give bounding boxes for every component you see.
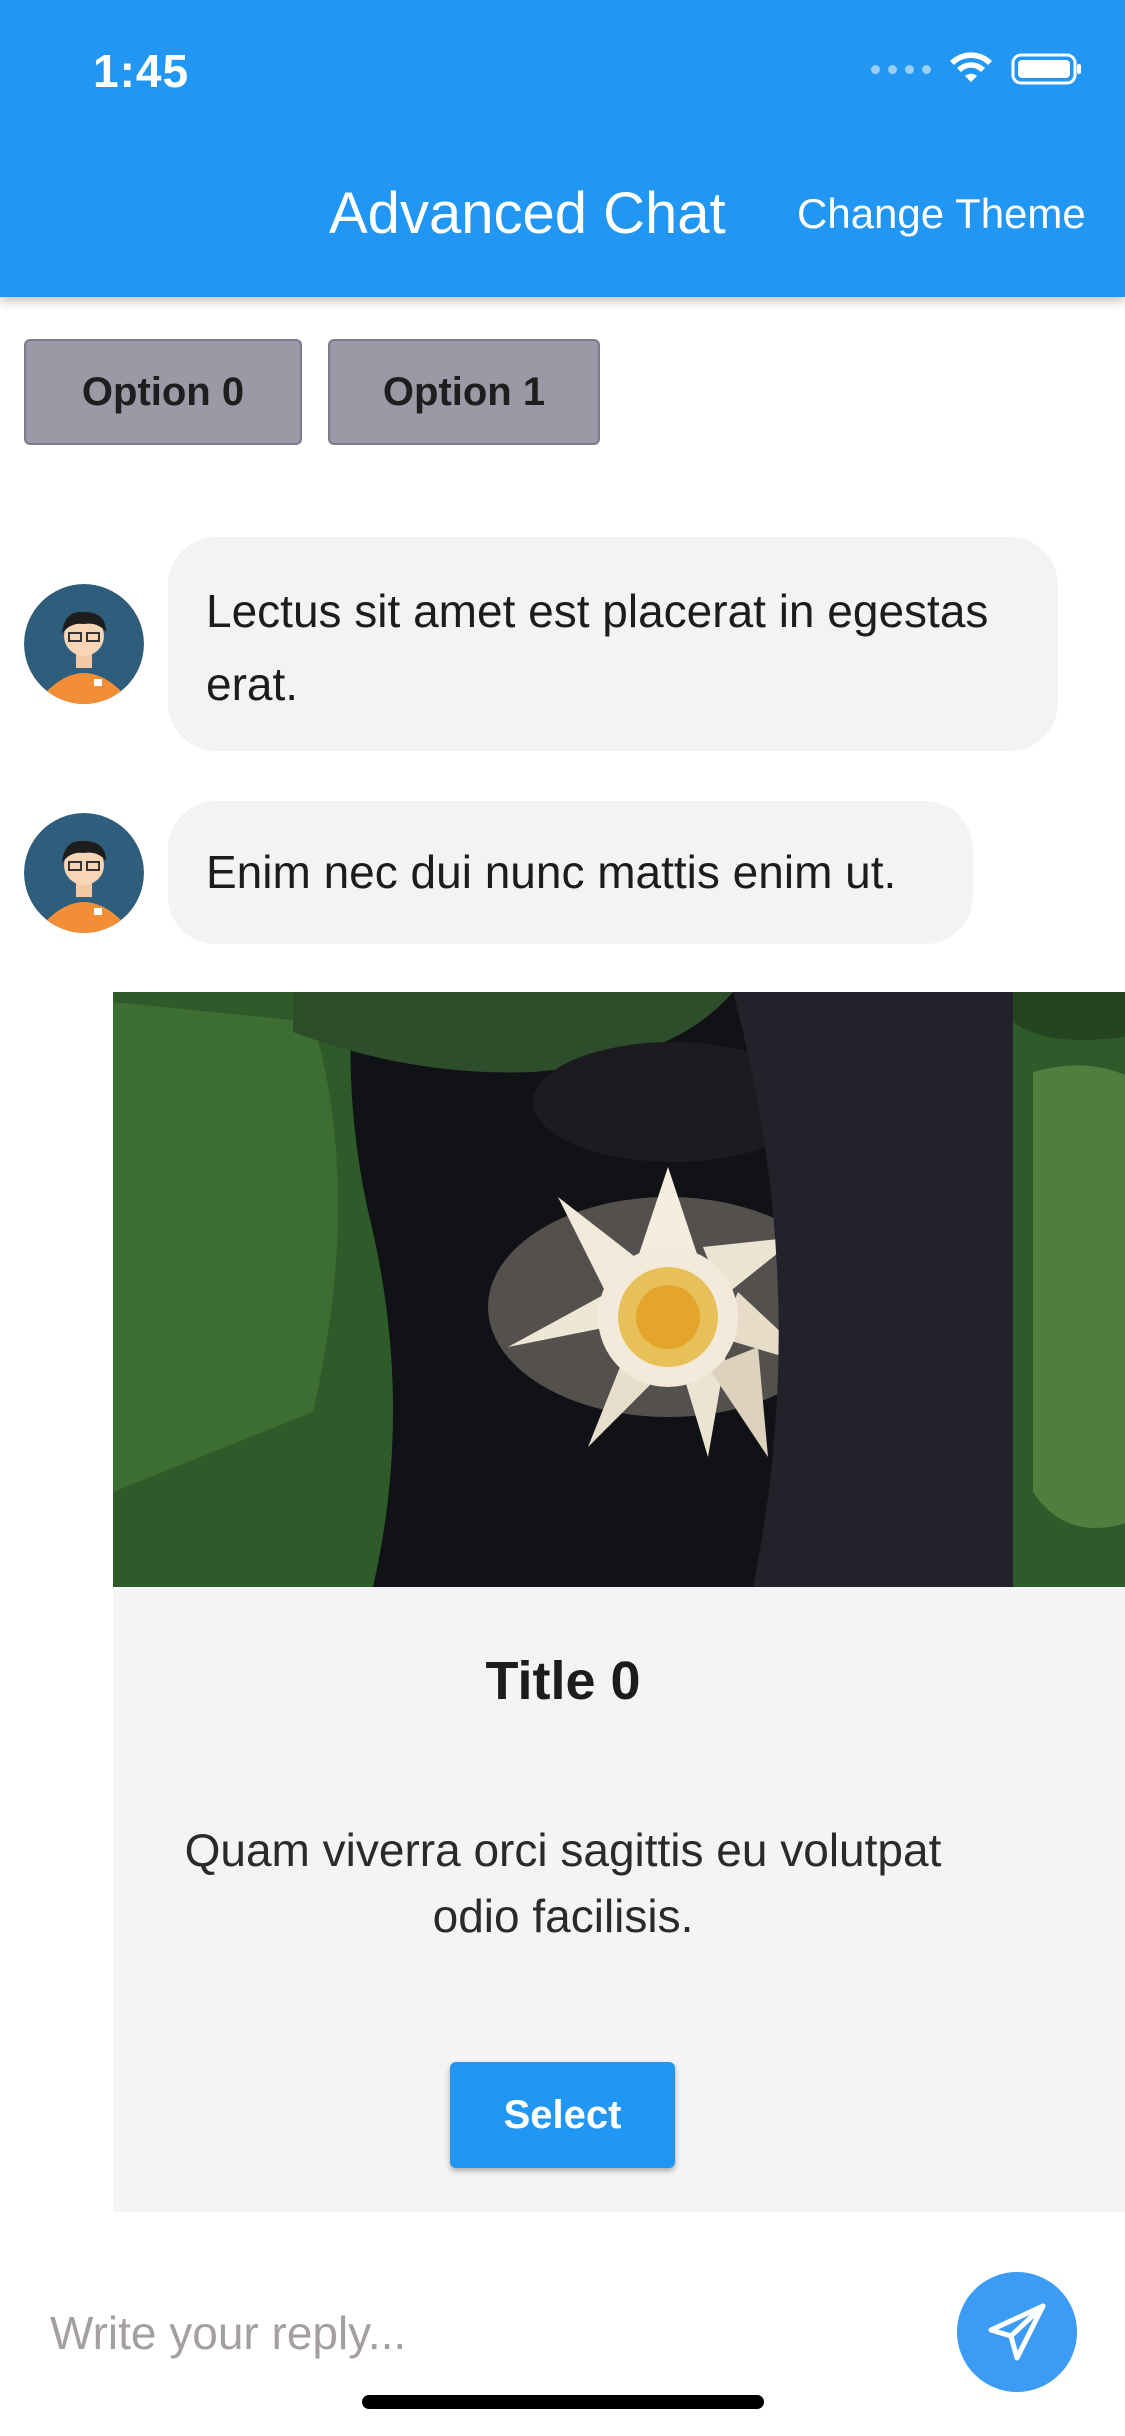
- reply-input[interactable]: [50, 2293, 870, 2373]
- carousel-card-next[interactable]: [1013, 992, 1125, 2212]
- wifi-icon: [950, 52, 992, 82]
- status-icons: [871, 52, 1083, 86]
- message-row: Lectus sit amet est placerat in egestas …: [24, 537, 1058, 751]
- quick-reply-options: Option 0 Option 1: [24, 339, 600, 445]
- card-description: Quam viverra orci sagittis eu volutpat o…: [184, 1824, 942, 1942]
- avatar: [24, 584, 144, 704]
- send-button[interactable]: [957, 2272, 1077, 2392]
- card-image: [113, 992, 1013, 1587]
- avatar: [24, 812, 144, 933]
- option-1-button[interactable]: Option 1: [328, 339, 600, 445]
- send-icon: [988, 2303, 1046, 2361]
- message-bubble: Enim nec dui nunc mattis enim ut.: [168, 801, 973, 944]
- card-title: Title 0: [485, 1651, 641, 1711]
- home-indicator: [362, 2395, 764, 2409]
- signal-icon: [871, 64, 931, 74]
- message-bubble: Lectus sit amet est placerat in egestas …: [168, 537, 1058, 751]
- option-0-button[interactable]: Option 0: [24, 339, 302, 445]
- select-button[interactable]: Select: [450, 2062, 675, 2168]
- page-title: Advanced Chat: [329, 181, 726, 246]
- message-row: Enim nec dui nunc mattis enim ut.: [24, 801, 973, 944]
- card-carousel[interactable]: Title 0 Quam viverra orci sagittis eu vo…: [113, 992, 1125, 2212]
- change-theme-button[interactable]: Change Theme: [797, 190, 1086, 238]
- carousel-card: Title 0 Quam viverra orci sagittis eu vo…: [113, 992, 1013, 2212]
- app-header: 1:45 Advanced Chat Change Theme: [0, 0, 1125, 297]
- status-time: 1:45: [93, 45, 190, 97]
- battery-icon: [1011, 53, 1081, 85]
- card-image: [1013, 992, 1125, 1587]
